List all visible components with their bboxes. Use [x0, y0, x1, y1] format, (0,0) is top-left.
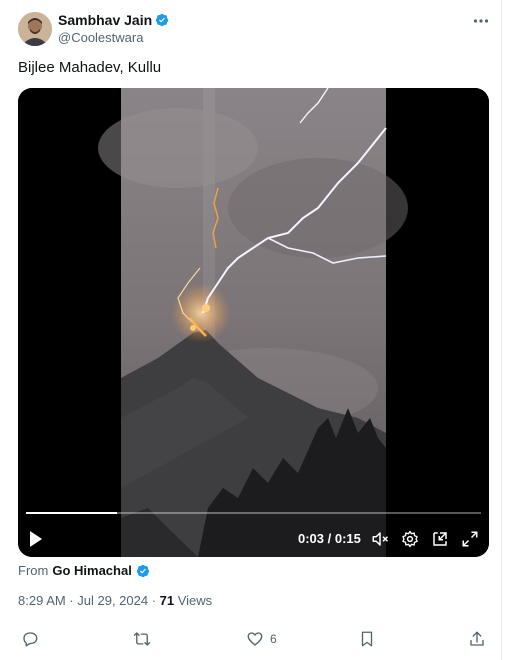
- settings-icon: [402, 530, 418, 548]
- post-timestamp[interactable]: 8:29 AM · Jul 29, 2024 ·: [18, 593, 160, 608]
- views-count: 71: [159, 593, 175, 608]
- like-icon: [247, 632, 263, 646]
- post-card: Sambhav Jain @Coolestwara Bijlee Mahadev…: [0, 0, 502, 660]
- avatar-image: [18, 12, 52, 46]
- fullscreen-button[interactable]: [461, 530, 479, 553]
- settings-button[interactable]: [401, 530, 419, 553]
- bookmark-icon: [361, 631, 373, 647]
- action-bar: 6: [18, 630, 490, 654]
- mute-button[interactable]: [371, 530, 389, 553]
- fullscreen-icon: [462, 531, 478, 547]
- verified-icon: [156, 13, 169, 27]
- mute-icon: [372, 532, 389, 546]
- repost-button[interactable]: [133, 630, 151, 648]
- author-name[interactable]: Sambhav Jain: [58, 12, 152, 28]
- bookmark-button[interactable]: [358, 630, 376, 648]
- progress-fill: [26, 512, 117, 514]
- pip-icon: [433, 532, 447, 546]
- share-icon: [470, 631, 484, 646]
- time-display: 0:03 / 0:15: [298, 531, 361, 546]
- play-icon: [30, 531, 42, 547]
- post-meta: 8:29 AM · Jul 29, 2024 · 71 Views: [18, 593, 212, 608]
- avatar[interactable]: [18, 12, 52, 46]
- verified-icon: [136, 564, 149, 577]
- author-handle[interactable]: @Coolestwara: [58, 30, 143, 45]
- video-player[interactable]: 0:03 / 0:15: [18, 88, 489, 557]
- share-button[interactable]: [468, 630, 486, 648]
- like-button[interactable]: 6: [246, 630, 277, 648]
- views-label: Views: [174, 593, 213, 608]
- pip-button[interactable]: [431, 530, 449, 553]
- progress-bar[interactable]: [26, 512, 481, 514]
- author-name-row[interactable]: Sambhav Jain: [58, 12, 169, 28]
- reply-icon: [23, 632, 38, 647]
- reply-button[interactable]: [21, 630, 39, 648]
- post-text: Bijlee Mahadev, Kullu: [18, 59, 162, 76]
- more-icon: [473, 19, 489, 23]
- play-button[interactable]: [28, 530, 44, 553]
- source-name[interactable]: Go Himachal: [52, 563, 131, 578]
- like-count: 6: [270, 632, 277, 646]
- video-frame: [18, 88, 489, 557]
- from-label: From: [18, 563, 49, 578]
- source-attribution: From Go Himachal: [18, 563, 150, 578]
- repost-icon: [133, 632, 151, 646]
- more-button[interactable]: [470, 12, 492, 30]
